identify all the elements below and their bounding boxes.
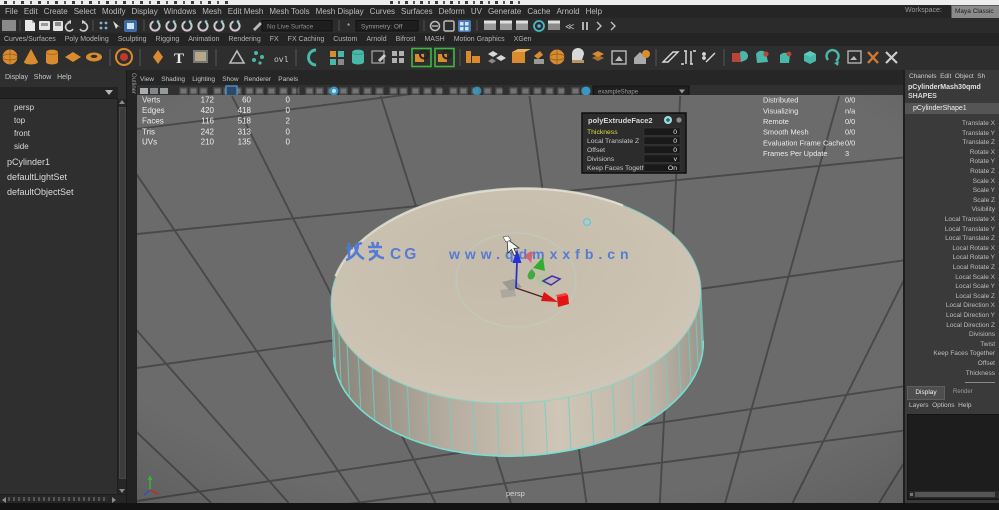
svg-text:≪: ≪ bbox=[565, 22, 574, 32]
svg-text:T: T bbox=[174, 51, 184, 67]
svg-text:No Live Surface: No Live Surface bbox=[267, 24, 314, 31]
svg-text:*: * bbox=[347, 22, 350, 31]
svg-text:Symmetry: Off: Symmetry: Off bbox=[361, 24, 403, 31]
svg-text:ovl: ovl bbox=[274, 56, 289, 65]
